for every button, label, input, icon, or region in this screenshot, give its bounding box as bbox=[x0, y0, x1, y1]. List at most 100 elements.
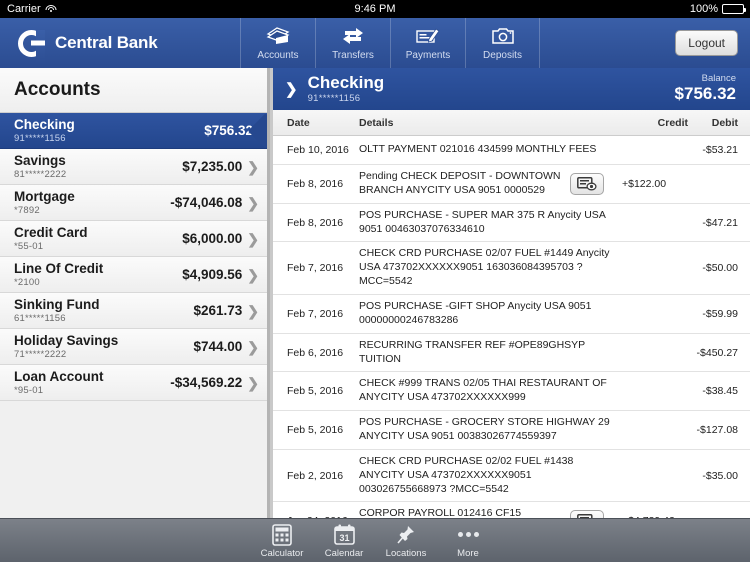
account-item-balance: $261.73 bbox=[193, 303, 243, 318]
account-item-info: Savings 81*****2222 bbox=[14, 153, 182, 180]
detail-header: ❯ Checking 91*****1156 Balance $756.32 bbox=[273, 68, 750, 110]
transaction-row[interactable]: Feb 8, 2016 POS PURCHASE - SUPER MAR 375 … bbox=[273, 204, 750, 243]
app-root: Carrier 9:46 PM 100% Central Bank Accoun… bbox=[0, 0, 750, 562]
toolbar-item-calculator[interactable]: Calculator bbox=[251, 523, 313, 559]
toolbar-item-more[interactable]: More bbox=[437, 523, 499, 559]
toolbar-item-calendar[interactable]: 31 Calendar bbox=[313, 523, 375, 559]
transaction-details-cell: RECURRING TRANSFER REF #OPE89GHSYP TUITI… bbox=[355, 339, 616, 367]
transaction-row[interactable]: Feb 7, 2016 POS PURCHASE -GIFT SHOP Anyci… bbox=[273, 295, 750, 334]
central-bank-logo-icon bbox=[18, 29, 45, 67]
transaction-details-cell: POS PURCHASE - SUPER MAR 375 R Anycity U… bbox=[355, 209, 616, 237]
toolbar-item-label: Calculator bbox=[260, 547, 304, 559]
sidebar-header: Accounts bbox=[0, 68, 267, 113]
detail-account-number: 91*****1156 bbox=[307, 92, 361, 104]
transaction-debit: -$127.08 bbox=[696, 424, 738, 437]
nav-tab-payments[interactable]: Payments bbox=[390, 18, 465, 68]
account-list-item[interactable]: Loan Account *95-01 -$34,569.22 ❯ bbox=[0, 365, 267, 401]
transaction-row[interactable]: Jan 24, 2016CORPOR PAYROLL 012416 CF15 0… bbox=[273, 502, 750, 518]
transaction-date: Feb 5, 2016 bbox=[287, 385, 344, 398]
transaction-date: Feb 5, 2016 bbox=[287, 424, 344, 437]
transaction-details: POS PURCHASE - GROCERY STORE HIGHWAY 29 … bbox=[359, 416, 610, 443]
account-item-balance: $756.32 bbox=[204, 123, 253, 138]
nav-tab-label: Accounts bbox=[257, 50, 299, 61]
chevron-right-icon: ❯ bbox=[247, 266, 259, 283]
transaction-details-cell: CHECK CRD PURCHASE 02/02 FUEL #1438 ANYC… bbox=[355, 455, 616, 497]
account-item-number: *95-01 bbox=[14, 384, 44, 396]
transaction-row[interactable]: Feb 2, 2016 CHECK CRD PURCHASE 02/02 FUEL… bbox=[273, 450, 750, 503]
transaction-details-cell: CHECK CRD PURCHASE 02/07 FUEL #1449 Anyc… bbox=[355, 247, 616, 289]
account-list-item[interactable]: Mortgage *7892 -$74,046.08 ❯ bbox=[0, 185, 267, 221]
account-list-item[interactable]: Sinking Fund 61*****1156 $261.73 ❯ bbox=[0, 293, 267, 329]
column-header-debit: Debit bbox=[711, 116, 738, 129]
transaction-date: Feb 8, 2016 bbox=[287, 177, 344, 190]
balance-label: Balance bbox=[701, 73, 736, 84]
toolbar-item-label: Calendar bbox=[324, 547, 364, 559]
transaction-row[interactable]: Feb 8, 2016 Pending CHECK DEPOSIT - DOWNT… bbox=[273, 165, 750, 204]
toolbar-item-label: More bbox=[457, 547, 479, 559]
brand-area: Central Bank bbox=[0, 18, 240, 68]
transaction-row[interactable]: Feb 5, 2016 CHECK #999 TRANS 02/05 THAI R… bbox=[273, 372, 750, 412]
account-item-name: Holiday Savings bbox=[14, 333, 119, 349]
account-list-item[interactable]: Line Of Credit *2100 $4,909.56 ❯ bbox=[0, 257, 267, 293]
status-bar-time: 9:46 PM bbox=[354, 3, 396, 15]
battery-icon bbox=[722, 4, 746, 14]
transaction-row[interactable]: Feb 7, 2016 CHECK CRD PURCHASE 02/07 FUEL… bbox=[273, 242, 750, 296]
toolbar-item-locations[interactable]: Locations bbox=[375, 523, 437, 559]
transaction-details-wrap: Pending CHECK DEPOSIT - DOWNTOWN BRANCH … bbox=[359, 170, 610, 198]
transaction-details-wrap: CHECK CRD PURCHASE 02/07 FUEL #1449 Anyc… bbox=[359, 247, 610, 289]
logout-area: Logout bbox=[540, 18, 750, 68]
chevron-right-icon: ❯ bbox=[247, 158, 259, 175]
transaction-row[interactable]: Feb 5, 2016 POS PURCHASE - GROCERY STORE … bbox=[273, 411, 750, 450]
logout-button[interactable]: Logout bbox=[675, 30, 738, 56]
account-item-number: 71*****2222 bbox=[14, 348, 67, 360]
nav-tab-transfers[interactable]: Transfers bbox=[315, 18, 390, 68]
transaction-details-wrap: CORPOR PAYROLL 012416 CF15 000037177 X bbox=[359, 507, 610, 518]
transaction-debit: -$38.45 bbox=[702, 385, 738, 398]
account-item-number: *2100 bbox=[14, 276, 40, 288]
top-navigation-bar: Central Bank Accounts Transfers Payments… bbox=[0, 18, 750, 68]
check-image-icon[interactable] bbox=[570, 510, 604, 518]
account-list-item[interactable]: Credit Card *55-01 $6,000.00 ❯ bbox=[0, 221, 267, 257]
transaction-details-cell: CORPOR PAYROLL 012416 CF15 000037177 X bbox=[355, 507, 616, 518]
account-item-name: Savings bbox=[14, 153, 66, 169]
camera-icon bbox=[491, 22, 515, 49]
accounts-list: Checking 91*****1156 $756.32 Savings 81*****… bbox=[0, 113, 267, 401]
account-item-info: Mortgage *7892 bbox=[14, 189, 170, 216]
chevron-right-icon: ❯ bbox=[247, 374, 259, 391]
transaction-date: Feb 2, 2016 bbox=[287, 469, 344, 482]
transaction-details: CHECK CRD PURCHASE 02/07 FUEL #1449 Anyc… bbox=[359, 247, 610, 288]
pin-icon bbox=[395, 523, 417, 547]
account-list-item[interactable]: Checking 91*****1156 $756.32 bbox=[0, 113, 267, 149]
brand-name: Central Bank bbox=[55, 33, 158, 52]
check-pen-icon bbox=[415, 22, 441, 49]
account-item-number: 61*****1156 bbox=[14, 312, 66, 324]
transactions-table-header: Date Details Credit Debit bbox=[273, 110, 750, 136]
account-item-name: Loan Account bbox=[14, 369, 104, 385]
transaction-details: POS PURCHASE - SUPER MAR 375 R Anycity U… bbox=[359, 208, 606, 235]
nav-tab-accounts[interactable]: Accounts bbox=[240, 18, 315, 68]
account-item-balance: $744.00 bbox=[193, 339, 243, 354]
account-item-number: 81*****2222 bbox=[14, 168, 67, 180]
transaction-details-cell: POS PURCHASE -GIFT SHOP Anycity USA 9051… bbox=[355, 300, 616, 328]
chevron-right-icon: ❯ bbox=[247, 194, 259, 211]
account-item-name: Mortgage bbox=[14, 189, 75, 205]
account-item-info: Loan Account *95-01 bbox=[14, 369, 170, 396]
check-image-icon[interactable] bbox=[570, 172, 604, 195]
transaction-row[interactable]: Feb 6, 2016 RECURRING TRANSFER REF #OPE89… bbox=[273, 334, 750, 373]
transaction-date: Feb 7, 2016 bbox=[287, 307, 344, 320]
account-list-item[interactable]: Savings 81*****2222 $7,235.00 ❯ bbox=[0, 149, 267, 185]
transaction-row[interactable]: Feb 10, 2016 OLTT PAYMENT 021016 434599 M… bbox=[273, 136, 750, 165]
transactions-list[interactable]: Feb 10, 2016 OLTT PAYMENT 021016 434599 M… bbox=[273, 136, 750, 518]
transaction-details-wrap: RECURRING TRANSFER REF #OPE89GHSYP TUITI… bbox=[359, 339, 610, 367]
account-item-info: Line Of Credit *2100 bbox=[14, 261, 182, 288]
account-detail-panel: ❯ Checking 91*****1156 Balance $756.32 D… bbox=[273, 68, 750, 518]
nav-tab-deposits[interactable]: Deposits bbox=[465, 18, 540, 68]
calendar-icon: 31 bbox=[333, 523, 355, 547]
account-item-name: Sinking Fund bbox=[14, 297, 100, 313]
chevron-right-icon: ❯ bbox=[247, 338, 259, 355]
nav-tab-label: Payments bbox=[405, 50, 451, 61]
account-list-item[interactable]: Holiday Savings 71*****2222 $744.00 ❯ bbox=[0, 329, 267, 365]
accounts-sidebar: Accounts Checking 91*****1156 $756.32 Savin… bbox=[0, 68, 270, 518]
column-header-details: Details bbox=[359, 116, 394, 129]
chevron-right-icon[interactable]: ❯ bbox=[285, 82, 298, 97]
